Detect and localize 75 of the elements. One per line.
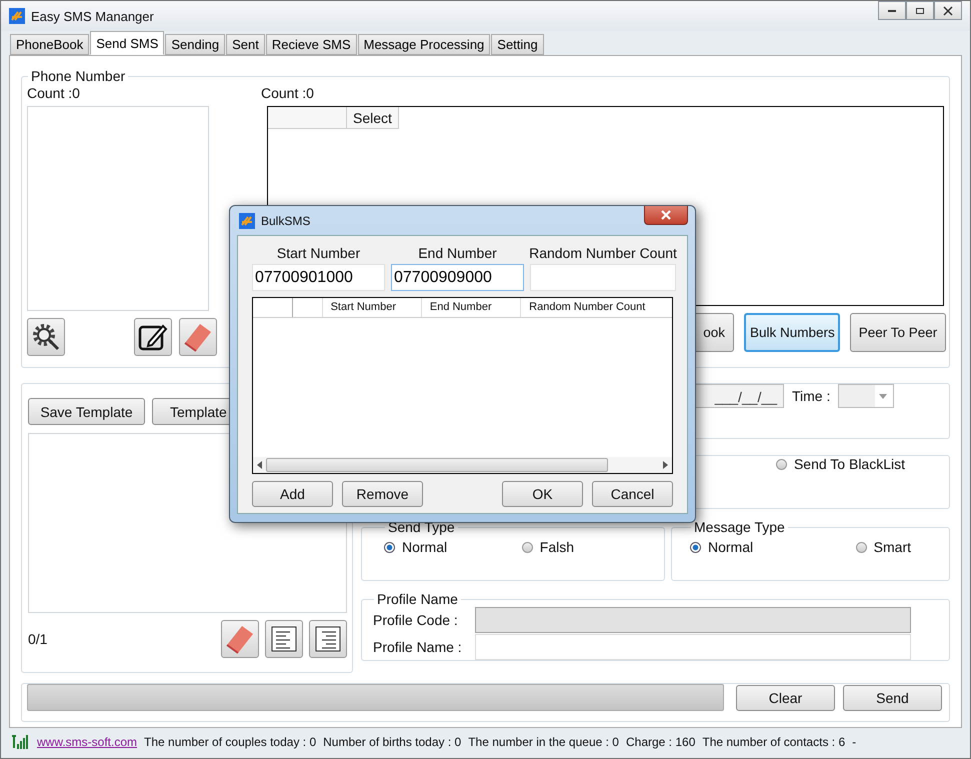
radio-option[interactable]: Normal — [384, 539, 448, 555]
eraser-icon — [224, 623, 256, 655]
horizontal-scrollbar[interactable] — [253, 457, 672, 473]
dialog-button[interactable]: Cancel — [592, 481, 673, 507]
radio-option[interactable]: Normal — [690, 539, 754, 555]
field-label: Profile Code : — [373, 611, 459, 629]
count-label: Count :0 — [261, 84, 315, 102]
character-counter: 0/1 — [28, 630, 48, 648]
signal-icon — [11, 734, 29, 748]
tab[interactable]: Send SMS — [90, 31, 164, 55]
field-label: Start Number — [276, 244, 360, 262]
close-button[interactable] — [934, 1, 962, 20]
close-button[interactable] — [644, 206, 688, 225]
tool-button[interactable] — [134, 318, 172, 356]
status-text: The number in the queue : 0 — [468, 734, 619, 748]
window-title: Easy SMS Mananger — [31, 8, 154, 24]
radio-option[interactable]: Falsh — [522, 539, 574, 555]
dropdown-arrow-icon — [879, 394, 888, 398]
field-label: Random Number Count — [529, 244, 677, 262]
tab[interactable]: Sending — [165, 34, 226, 55]
tab[interactable]: PhoneBook — [10, 34, 90, 55]
app-logo-icon — [239, 212, 255, 228]
radio-option[interactable]: Smart — [856, 539, 911, 555]
radio-option[interactable]: Send To BlackList — [776, 456, 905, 472]
website-link[interactable]: www.sms-soft.com — [37, 734, 138, 748]
status-text: - — [852, 734, 856, 748]
close-icon — [661, 210, 671, 220]
status-text: Number of births today : 0 — [323, 734, 462, 748]
column-header: Start Number — [322, 298, 422, 317]
dialog-button[interactable]: OK — [502, 481, 583, 507]
scroll-left-icon — [257, 461, 262, 469]
dialog-button[interactable]: Add — [252, 481, 333, 507]
tool-button[interactable] — [265, 620, 303, 658]
group-title: Message Type — [693, 519, 786, 535]
number-list[interactable] — [27, 106, 209, 311]
action-button[interactable]: Clear — [736, 684, 835, 710]
time-dropdown[interactable] — [838, 384, 894, 408]
column-header: Select — [347, 107, 399, 129]
app-logo-icon — [9, 8, 25, 24]
field-label: Profile Name : — [373, 638, 463, 656]
template-button[interactable]: Save Template — [28, 398, 145, 425]
group-title: Send Type — [387, 519, 456, 535]
action-button[interactable]: Send — [843, 684, 942, 710]
tool-button[interactable] — [27, 318, 65, 356]
action-button[interactable]: Bulk Numbers — [744, 313, 840, 352]
input-field[interactable]: 07700901000 — [252, 264, 385, 291]
gear-search-icon — [31, 322, 61, 352]
time-label: Time : — [792, 387, 830, 405]
maximize-button[interactable] — [906, 1, 934, 20]
dialog-button[interactable]: Remove — [342, 481, 423, 507]
tab[interactable]: Recieve SMS — [266, 34, 357, 55]
column-header: Random Number Count — [528, 300, 646, 315]
dialog-title: BulkSMS — [261, 214, 310, 228]
restore-icon — [915, 6, 925, 16]
group-title: Phone Number — [30, 68, 126, 84]
count-label: Count :0 — [27, 84, 81, 102]
action-button[interactable]: Peer To Peer — [850, 313, 946, 352]
scroll-right-icon — [663, 461, 668, 469]
status-text: Charge : 160 — [626, 734, 696, 748]
eraser-icon — [182, 321, 214, 353]
minimize-button[interactable] — [878, 1, 906, 20]
close-icon — [943, 6, 953, 16]
input-field[interactable]: 07700909000 — [391, 264, 524, 291]
group-title: Profile Name — [376, 591, 459, 607]
tool-button[interactable] — [309, 620, 347, 658]
status-text: The number of couples today : 0 — [144, 734, 316, 748]
tab[interactable]: Message Processing — [358, 34, 490, 55]
column-header: End Number — [422, 298, 522, 317]
tab[interactable]: Sent — [226, 34, 265, 55]
status-text: The number of contacts : 6 — [702, 734, 846, 748]
align-left-icon — [270, 625, 298, 653]
field-label: End Number — [418, 244, 497, 262]
align-right-icon — [314, 625, 342, 653]
minimize-icon — [888, 10, 896, 12]
tab[interactable]: Setting — [491, 34, 544, 55]
